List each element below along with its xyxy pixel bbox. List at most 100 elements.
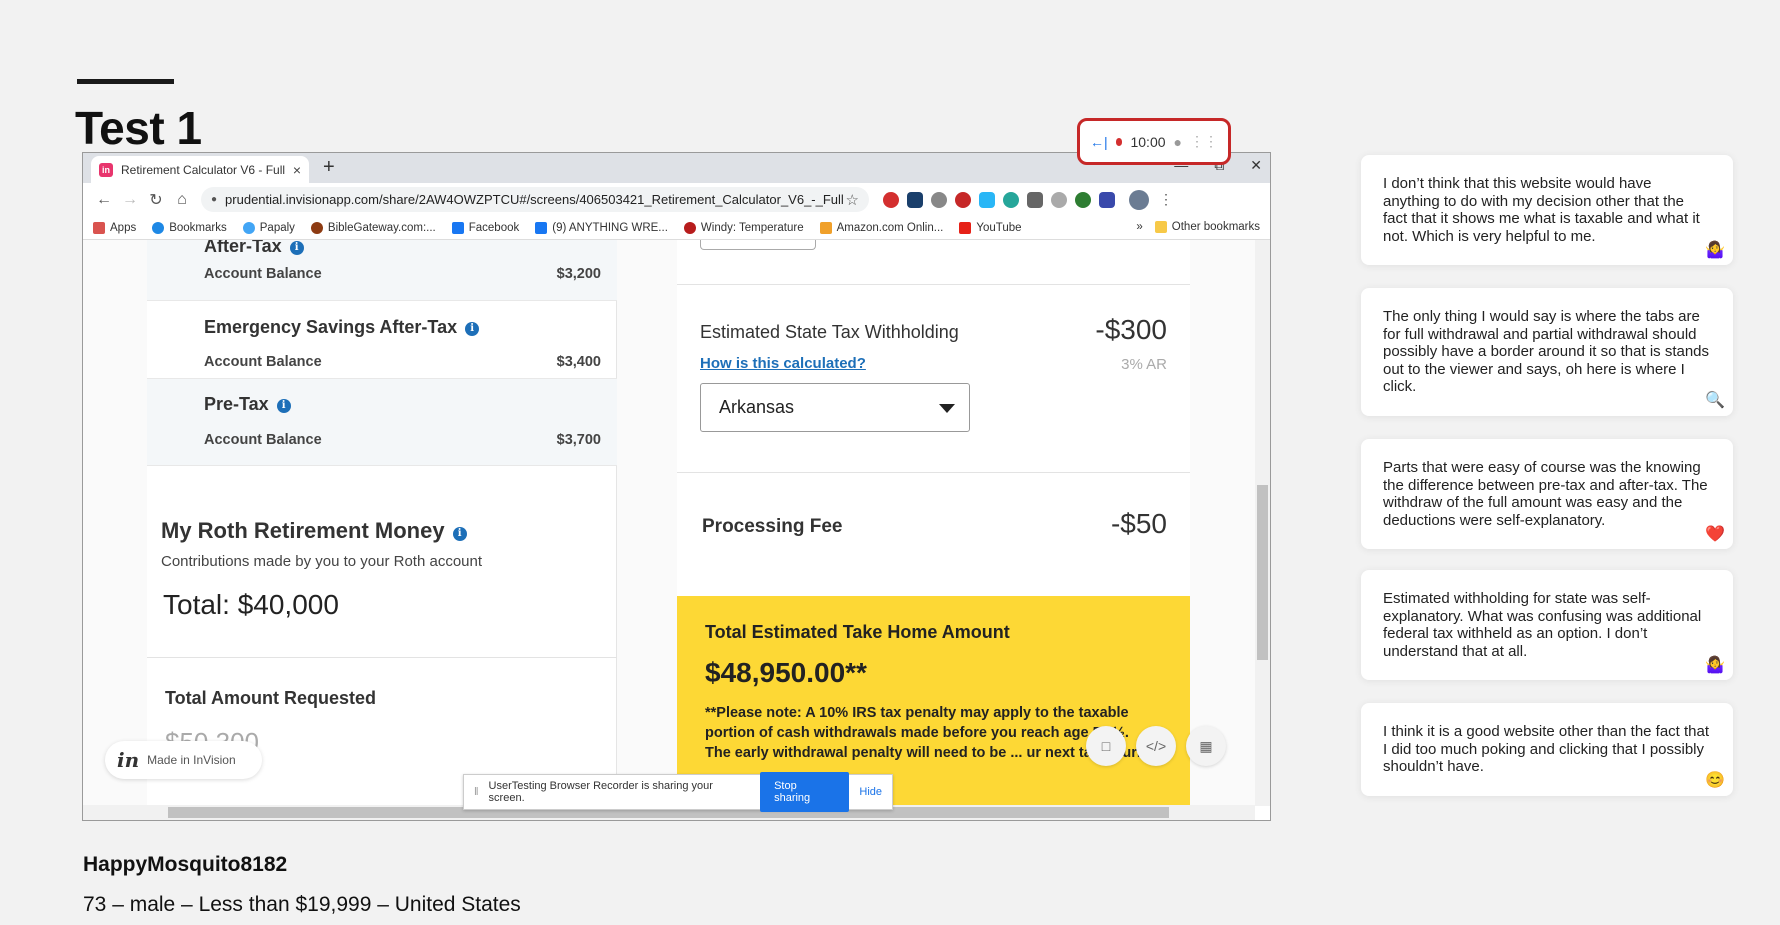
screen-share-bar: ‖ UserTesting Browser Recorder is sharin… (463, 772, 893, 812)
bookmark-anything[interactable]: (9) ANYTHING WRE... (535, 221, 668, 234)
browser-toolbar: ← → ↻ ⌂ ● prudential.invisionapp.com/sha… (83, 183, 1270, 216)
close-window-icon[interactable]: ✕ (1250, 157, 1262, 174)
account-balance-value: $3,700 (556, 432, 601, 448)
account-balance-value: $3,200 (556, 266, 601, 282)
made-in-invision-badge[interactable]: in Made in InVision (105, 741, 262, 779)
state-tax-rate: 3% AR (1121, 356, 1167, 373)
address-bar[interactable]: ● prudential.invisionapp.com/share/2AW4O… (201, 187, 869, 212)
extension-icon[interactable] (1099, 191, 1115, 208)
comment-card: I think it is a good website other than … (1361, 703, 1733, 796)
vertical-scroll-thumb[interactable] (1257, 485, 1268, 660)
windy-icon (683, 221, 696, 234)
section-divider (677, 284, 1190, 285)
magnifier-emoji-icon: 🔍 (1705, 392, 1725, 409)
account-balance-value: $3,400 (556, 354, 601, 370)
extension-icon[interactable] (1003, 191, 1019, 208)
roth-total: Total: $40,000 (163, 589, 339, 620)
section-divider (147, 657, 617, 658)
bookmark-youtube[interactable]: YouTube (959, 221, 1022, 234)
hide-button[interactable]: Hide (859, 786, 882, 798)
account-name: Pre-Tax i (204, 394, 291, 415)
drag-handle-icon[interactable]: ‖ (474, 786, 479, 798)
browser-window: in Retirement Calculator V6 - Full × + —… (82, 152, 1271, 821)
state-select[interactable]: Arkansas (700, 383, 970, 432)
fee-value: -$50 (1110, 508, 1167, 539)
tab-close-icon[interactable]: × (293, 162, 301, 178)
bookmark-bookmarks[interactable]: Bookmarks (152, 221, 227, 234)
new-tab-button[interactable]: + (323, 156, 335, 179)
slide-title: Test 1 (75, 102, 202, 154)
extension-icon[interactable] (883, 191, 899, 208)
menu-kebab-icon[interactable]: ⋮ (1159, 191, 1173, 208)
extension-icons (883, 191, 1115, 208)
account-pre-tax[interactable]: Pre-Tax i Account Balance $3,700 (147, 379, 617, 466)
title-accent-line (77, 79, 174, 84)
fee-title: Processing Fee (702, 516, 843, 537)
code-fab[interactable]: </> (1136, 726, 1176, 766)
share-status-text: UserTesting Browser Recorder is sharing … (488, 780, 713, 804)
heart-emoji-icon: ❤️ (1705, 525, 1725, 543)
extension-icon[interactable] (931, 191, 947, 208)
bookmark-facebook[interactable]: Facebook (451, 221, 519, 234)
comment-card: The only thing I would say is where the … (1361, 288, 1733, 416)
folder-icon (1154, 221, 1167, 233)
comment-card: Parts that were easy of course was the k… (1361, 439, 1733, 549)
account-emergency-savings[interactable]: Emergency Savings After-Tax i Account Bal… (147, 301, 617, 379)
how-calculated-link[interactable]: How is this calculated? (700, 355, 866, 372)
forward-icon[interactable]: → (117, 191, 143, 209)
bookmarks-right: » Other bookmarks (1136, 221, 1260, 233)
bookmarks-overflow-icon[interactable]: » (1136, 221, 1142, 233)
invision-favicon-icon: in (99, 162, 113, 177)
state-select-value: Arkansas (719, 397, 795, 417)
recorder-time: 10:00 (1130, 133, 1166, 150)
extension-icon[interactable] (907, 191, 923, 208)
bookmark-biblegateway[interactable]: BibleGateway.com:... (310, 221, 436, 234)
facebook-icon (535, 221, 548, 234)
extension-icon[interactable] (1051, 191, 1067, 208)
input-field-stub[interactable] (700, 240, 816, 250)
vertical-scrollbar[interactable] (1255, 240, 1270, 806)
bookmark-apps[interactable]: Apps (93, 221, 136, 234)
bookmark-papaly[interactable]: Papaly (242, 221, 295, 234)
comment-text: The only thing I would say is where the … (1383, 308, 1710, 395)
heart-icon (242, 221, 255, 234)
summary-panel: Estimated State Tax Withholding -$300 Ho… (677, 240, 1190, 806)
bookmark-windy[interactable]: Windy: Temperature (683, 221, 804, 234)
extension-icon[interactable] (1027, 191, 1043, 208)
invision-logo-icon: in (117, 748, 140, 772)
info-icon[interactable]: i (452, 527, 467, 541)
account-balance-label: Account Balance (204, 354, 322, 370)
comment-text: Estimated withholding for state was self… (1383, 590, 1702, 660)
comment-card: Estimated withholding for state was self… (1361, 570, 1733, 680)
bookmark-star-icon[interactable]: ☆ (846, 191, 859, 209)
grid-fab[interactable]: ▦ (1186, 726, 1226, 766)
stop-sharing-button[interactable]: Stop sharing (760, 772, 850, 812)
bookmarks-bar: Apps Bookmarks Papaly BibleGateway.com:.… (83, 216, 1270, 240)
home-icon[interactable]: ⌂ (169, 191, 195, 209)
recorder-back-icon[interactable]: ←| (1090, 134, 1108, 150)
info-icon[interactable]: i (289, 241, 304, 255)
profile-avatar[interactable] (1129, 189, 1149, 210)
comment-text: I don’t think that this website would ha… (1383, 175, 1700, 245)
drag-grip-icon[interactable]: ⋮⋮ (1190, 133, 1218, 150)
comment-text: I think it is a good website other than … (1383, 723, 1710, 775)
extension-icon[interactable] (979, 191, 995, 208)
youtube-icon (959, 221, 972, 234)
info-icon[interactable]: i (276, 399, 291, 413)
bookmark-amazon[interactable]: Amazon.com Onlin... (819, 221, 943, 234)
extension-icon[interactable] (1075, 191, 1091, 208)
comment-fab[interactable]: □ (1086, 726, 1126, 766)
participant-demographics: 73 – male – Less than $19,999 – United S… (83, 893, 521, 916)
reload-icon[interactable]: ↻ (143, 190, 169, 210)
star-icon (152, 221, 165, 234)
extension-icon[interactable] (955, 191, 971, 208)
back-icon[interactable]: ← (91, 191, 117, 209)
comment-text: Parts that were easy of course was the k… (1383, 459, 1708, 529)
microphone-icon[interactable]: ● (1174, 134, 1182, 150)
browser-tab[interactable]: in Retirement Calculator V6 - Full × (91, 156, 309, 183)
other-bookmarks[interactable]: Other bookmarks (1154, 221, 1260, 233)
amazon-icon (819, 221, 832, 234)
account-after-tax[interactable]: After-Tax i Account Balance $3,200 (147, 240, 617, 301)
accounts-panel: After-Tax i Account Balance $3,200 Emerge… (147, 240, 617, 806)
info-icon[interactable]: i (465, 322, 480, 336)
